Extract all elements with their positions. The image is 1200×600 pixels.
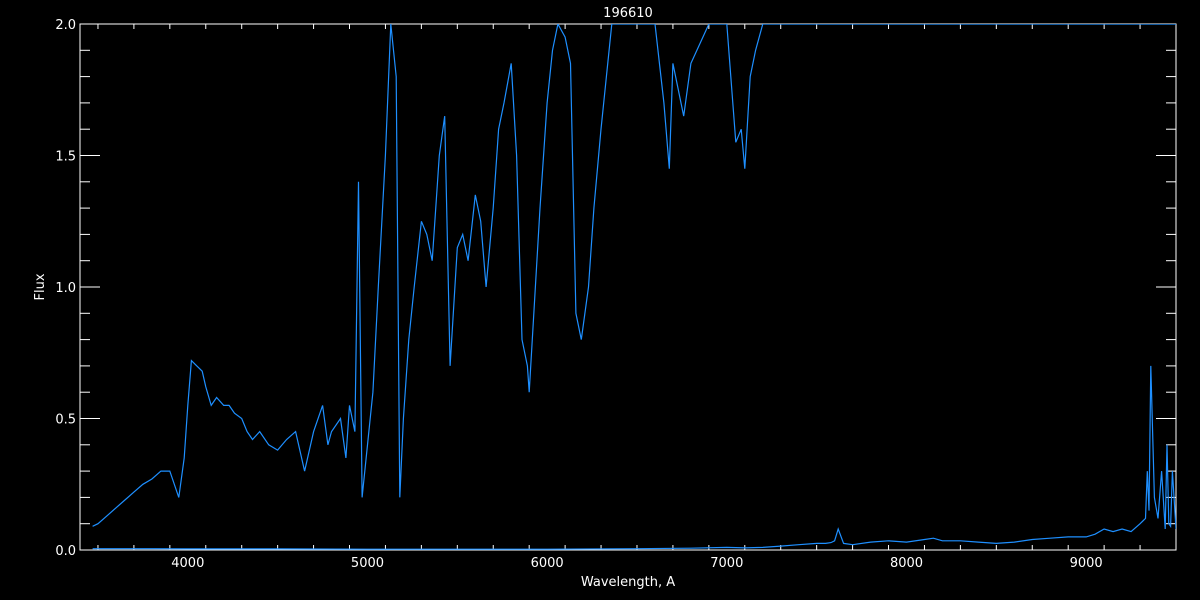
spectrum-chart: 4000 5000 6000 7000 8000 9000 0.0 0.5 1.0 1.5 2.0… <box>33 6 1177 590</box>
chart-title: 196610 <box>603 6 653 21</box>
series-2-line <box>92 365 1176 550</box>
y-axis-ticks: 0.0 0.5 1.0 1.5 2.0 <box>55 18 1176 559</box>
x-axis-ticks: 4000 5000 6000 7000 8000 9000 <box>97 24 1177 571</box>
y-tick-label: 0.5 <box>55 413 76 428</box>
x-tick-label: 5000 <box>351 556 384 571</box>
plot-area <box>79 23 1177 551</box>
y-tick-label: 1.5 <box>55 150 76 165</box>
series-layer <box>92 24 1176 550</box>
x-tick-label: 4000 <box>171 556 204 571</box>
x-tick-label: 8000 <box>890 556 923 571</box>
y-tick-label: 0.0 <box>55 544 76 559</box>
y-tick-label: 1.0 <box>55 281 76 296</box>
x-tick-label: 6000 <box>531 556 564 571</box>
x-axis-label: Wavelength, A <box>581 575 675 590</box>
series-1-line <box>92 24 1176 527</box>
x-tick-label: 9000 <box>1070 556 1103 571</box>
y-tick-label: 2.0 <box>55 18 76 33</box>
y-axis-label: Flux <box>33 273 48 300</box>
x-tick-label: 7000 <box>710 556 743 571</box>
